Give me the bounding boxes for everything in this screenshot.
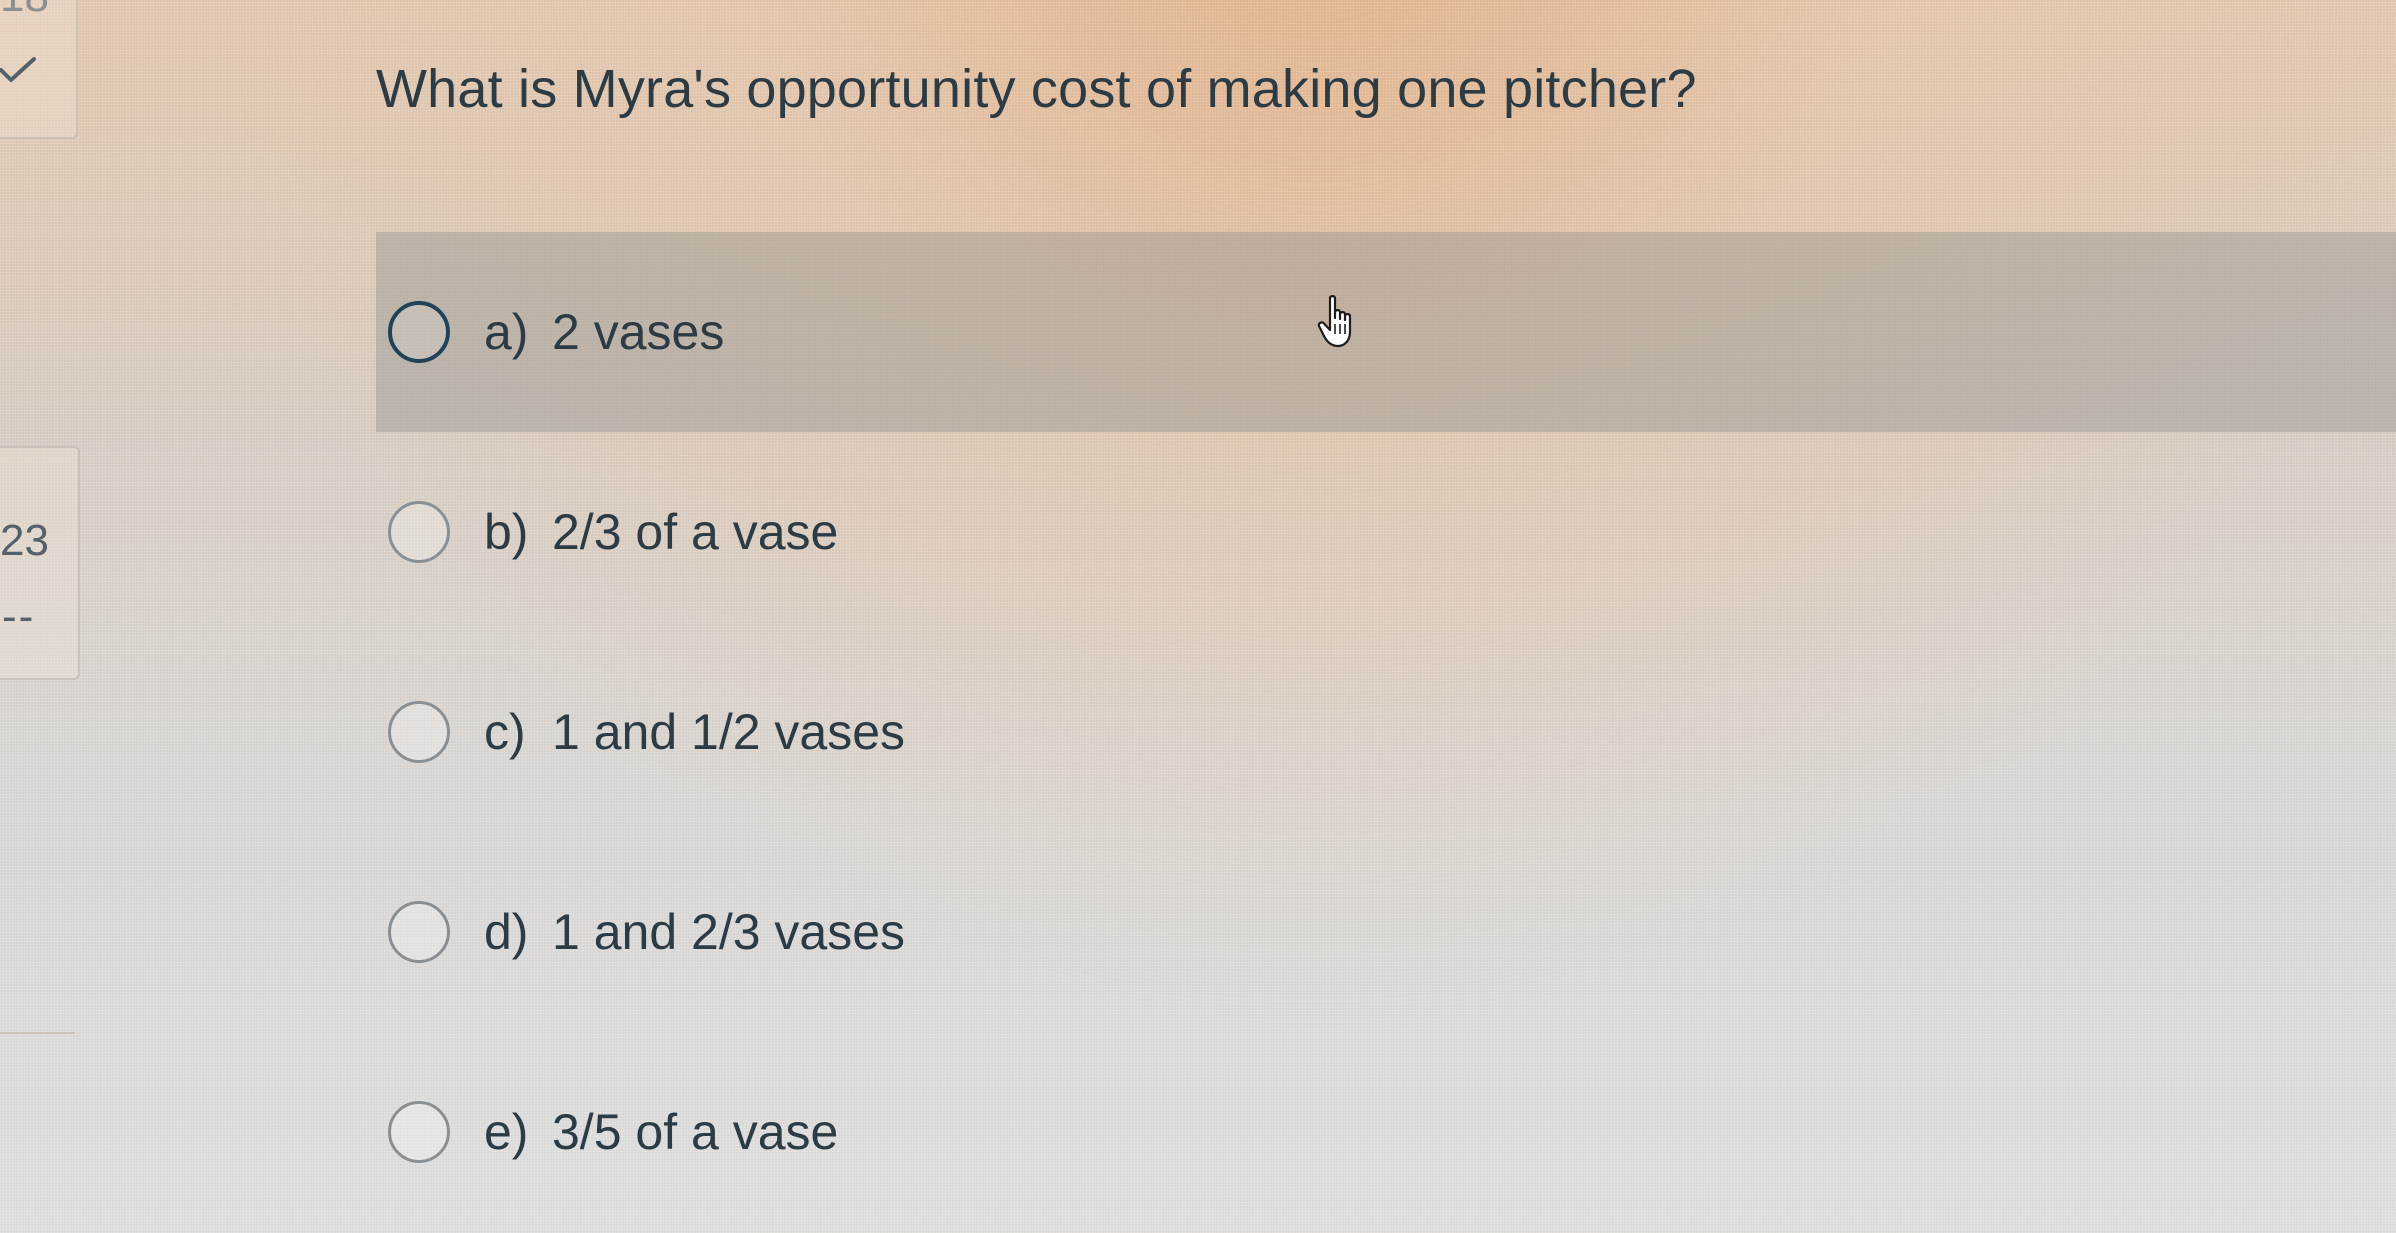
question-text: What is Myra's opportunity cost of makin… (376, 59, 1697, 119)
hand-pointer-icon (1317, 295, 1352, 348)
answer-letter-d: d) (484, 904, 529, 960)
answer-letter-c: c) (484, 704, 526, 760)
answer-option-e[interactable]: e) 3/5 of a vase (376, 1032, 2396, 1232)
radio-button-e[interactable] (388, 1101, 450, 1163)
answer-letter-b: b) (484, 504, 529, 560)
answer-list: a) 2 vases b) 2/3 of a vase c) 1 and 1/2… (376, 232, 2396, 1232)
answer-text-a: 2 vases (552, 304, 725, 360)
answer-text-e: 3/5 of a vase (552, 1104, 839, 1160)
checkmark-icon (0, 57, 36, 82)
question-nav-status: -- (2, 592, 36, 641)
sidebar-divider (0, 1032, 75, 1034)
question-nav-number-previous: 18 (0, 0, 49, 22)
radio-button-c[interactable] (388, 701, 450, 763)
answer-option-a[interactable]: a) 2 vases (376, 232, 2396, 432)
radio-button-b[interactable] (388, 501, 450, 563)
answer-text-c: 1 and 1/2 vases (552, 704, 906, 760)
question-nav-number-current: 23 (0, 516, 49, 565)
answer-option-c[interactable]: c) 1 and 1/2 vases (376, 632, 2396, 832)
radio-button-d[interactable] (388, 901, 450, 963)
answer-option-b[interactable]: b) 2/3 of a vase (376, 432, 2396, 632)
answer-text-d: 1 and 2/3 vases (552, 904, 906, 960)
answer-letter-e: e) (484, 1104, 529, 1160)
radio-button-a[interactable] (388, 301, 450, 363)
answer-letter-a: a) (484, 304, 529, 360)
answer-text-b: 2/3 of a vase (552, 504, 839, 560)
answer-option-d[interactable]: d) 1 and 2/3 vases (376, 832, 2396, 1032)
